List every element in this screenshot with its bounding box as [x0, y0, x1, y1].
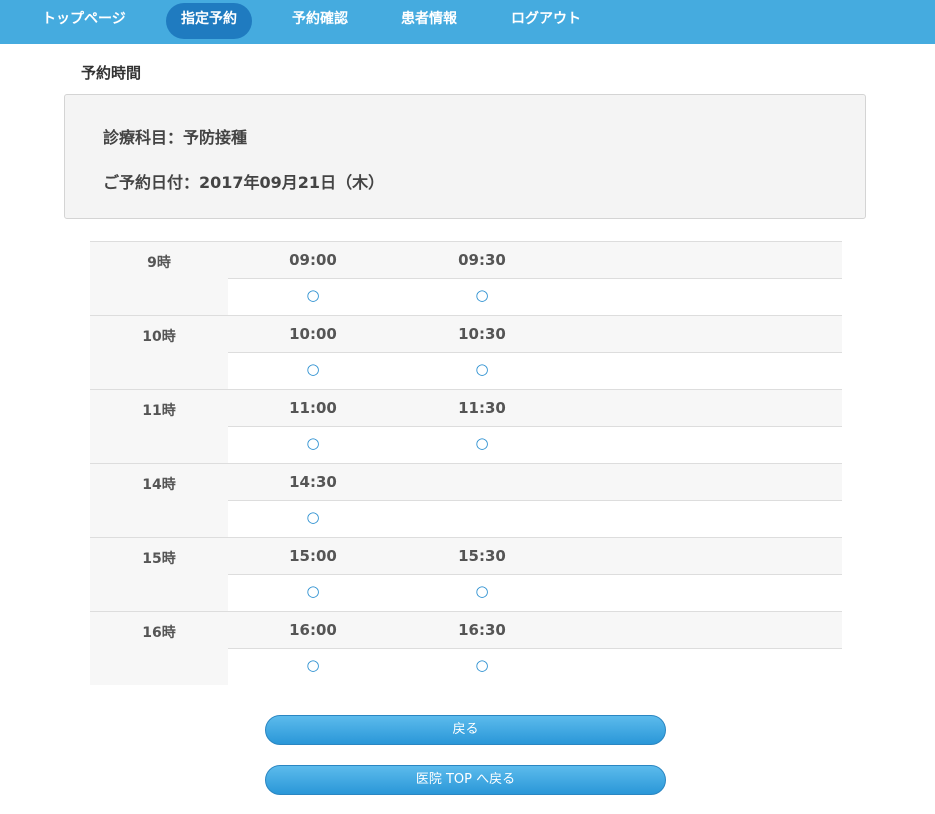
slot-availability-row: ○ ○	[228, 574, 842, 611]
slot-times-row: 10:00 10:30	[228, 315, 842, 352]
slot-times-row: 15:00 15:30	[228, 537, 842, 574]
reservation-info-box: 診療科目：予防接種 ご予約日付：2017年09月21日（木）	[64, 94, 866, 219]
reservation-date-text: ご予約日付：2017年09月21日（木）	[103, 173, 385, 192]
available-slot-link[interactable]: ○	[293, 286, 333, 304]
available-slot-link[interactable]: ○	[462, 656, 502, 674]
available-slot-link[interactable]: ○	[293, 360, 333, 378]
section-title: 予約時間	[81, 64, 142, 82]
hour-label: 14時	[90, 463, 228, 537]
hour-row: 15時 15:00 15:30 ○ ○	[90, 537, 842, 611]
slot-time: 16:00	[289, 621, 337, 639]
back-button[interactable]: 戻る	[265, 715, 666, 745]
department-text: 診療科目：予防接種	[103, 128, 248, 147]
slot-time: 09:00	[289, 251, 337, 269]
slot-times-row: 09:00 09:30	[228, 241, 842, 278]
hour-label: 9時	[90, 241, 228, 315]
hour-row: 14時 14:30 ○	[90, 463, 842, 537]
available-slot-link[interactable]: ○	[293, 434, 333, 452]
available-slot-link[interactable]: ○	[293, 656, 333, 674]
slot-time: 09:30	[458, 251, 506, 269]
hour-label: 11時	[90, 389, 228, 463]
available-slot-link[interactable]: ○	[462, 434, 502, 452]
slot-availability-row: ○ ○	[228, 352, 842, 389]
slot-times-row: 11:00 11:30	[228, 389, 842, 426]
nav-patient-info[interactable]: 患者情報	[401, 3, 457, 39]
slot-availability-row: ○	[228, 500, 842, 537]
slot-time: 16:30	[458, 621, 506, 639]
slot-time: 11:30	[458, 399, 506, 417]
available-slot-link[interactable]: ○	[293, 582, 333, 600]
slot-availability-row: ○ ○	[228, 648, 842, 685]
available-slot-link[interactable]: ○	[462, 582, 502, 600]
slot-times-row: 14:30	[228, 463, 842, 500]
slot-availability-row: ○ ○	[228, 278, 842, 315]
nav-top-page[interactable]: トップページ	[42, 3, 126, 39]
slot-time: 10:00	[289, 325, 337, 343]
hour-row: 16時 16:00 16:30 ○ ○	[90, 611, 842, 685]
hour-label: 15時	[90, 537, 228, 611]
hour-row: 11時 11:00 11:30 ○ ○	[90, 389, 842, 463]
available-slot-link[interactable]: ○	[462, 286, 502, 304]
slot-time: 15:30	[458, 547, 506, 565]
hour-label: 16時	[90, 611, 228, 685]
nav-logout[interactable]: ログアウト	[511, 3, 581, 39]
slot-time: 14:30	[289, 473, 337, 491]
hour-label: 10時	[90, 315, 228, 389]
time-slot-table: 9時 09:00 09:30 ○ ○ 10時 10:00 10:30 ○ ○ 1…	[90, 241, 842, 685]
slot-time: 10:30	[458, 325, 506, 343]
available-slot-link[interactable]: ○	[462, 360, 502, 378]
hospital-top-button[interactable]: 医院 TOP へ戻る	[265, 765, 666, 795]
nav-reservation[interactable]: 指定予約	[166, 3, 252, 39]
slot-time: 11:00	[289, 399, 337, 417]
nav-reservation-check[interactable]: 予約確認	[292, 3, 348, 39]
slot-times-row: 16:00 16:30	[228, 611, 842, 648]
available-slot-link[interactable]: ○	[293, 508, 333, 526]
hour-row: 10時 10:00 10:30 ○ ○	[90, 315, 842, 389]
top-navigation-bar: トップページ 指定予約 予約確認 患者情報 ログアウト	[0, 0, 935, 44]
slot-time: 15:00	[289, 547, 337, 565]
hour-row: 9時 09:00 09:30 ○ ○	[90, 241, 842, 315]
slot-availability-row: ○ ○	[228, 426, 842, 463]
